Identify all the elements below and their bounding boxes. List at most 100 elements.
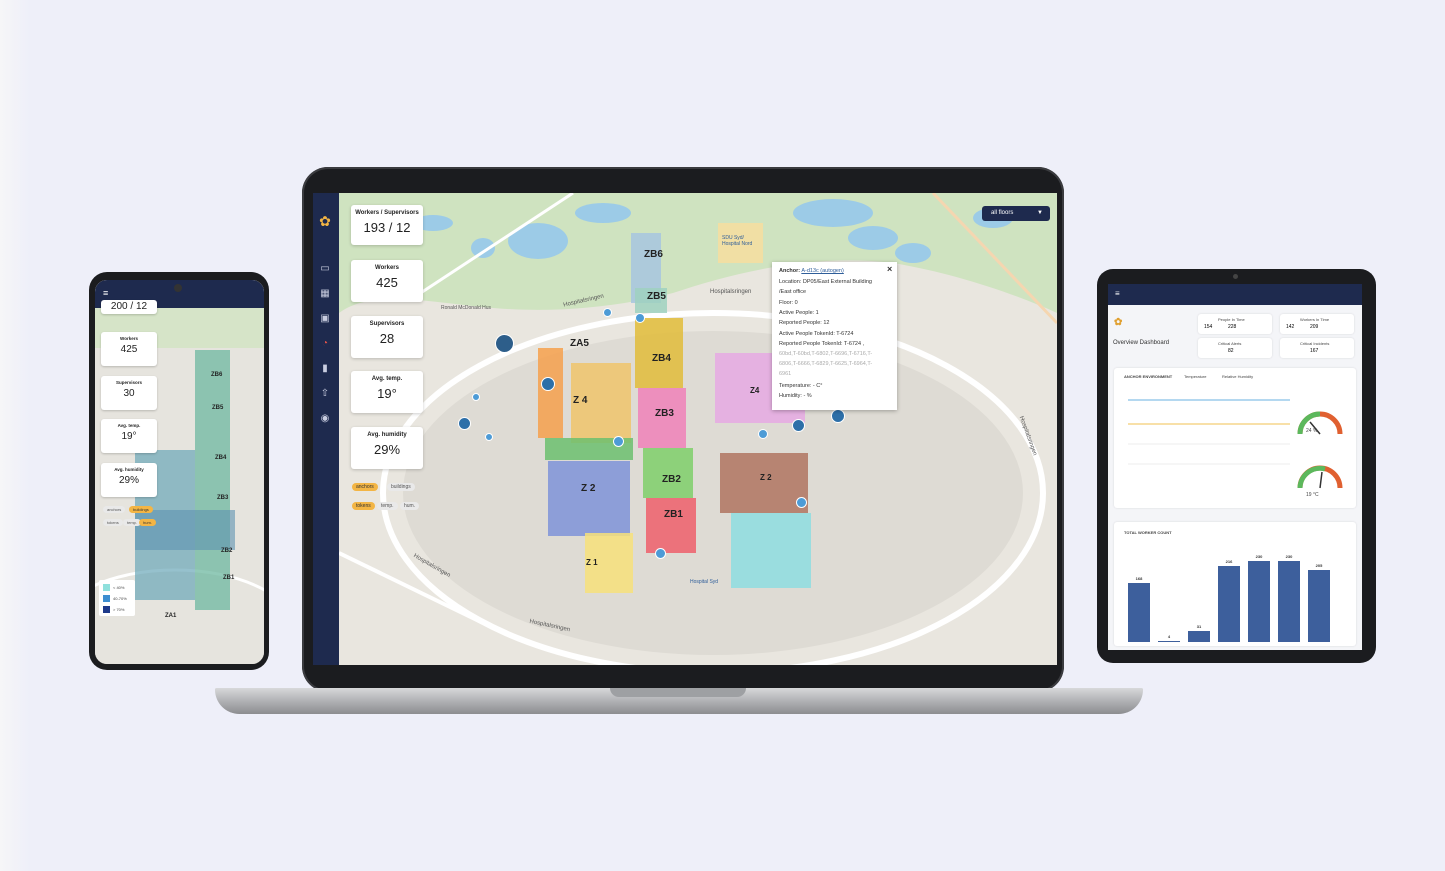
tooltip-temperature: Temperature: - C° (779, 383, 823, 389)
kpi-label: Critical Incidents (1300, 341, 1330, 346)
stat-card-avg-temp: Avg. temp. 19° (351, 371, 423, 413)
zone-label: Z 2 (760, 473, 772, 482)
chip-temp[interactable]: temp. (377, 502, 398, 510)
anchor-dot[interactable] (796, 497, 807, 508)
chevron-down-icon: ▼ (1037, 210, 1043, 216)
legend-label: > 70% (113, 607, 125, 612)
anchor-dot[interactable] (458, 417, 471, 430)
worker-count-bar[interactable] (1308, 569, 1330, 642)
stat-value: 29% (118, 475, 139, 486)
zone-label: ZB6 (644, 249, 663, 260)
close-icon[interactable]: × (887, 264, 892, 274)
zone-label: ZB4 (215, 455, 227, 461)
gauge-humidity-value: 24 % (1306, 428, 1318, 434)
worker-count-bar[interactable] (1188, 631, 1210, 642)
stat-value: 19° (121, 431, 137, 442)
stat-value: 19° (377, 386, 397, 401)
chat-icon[interactable]: ▭ (319, 263, 331, 275)
chip-buildings[interactable]: buildings (387, 483, 415, 491)
stat-label: Workers (375, 265, 399, 271)
laptop-sidebar: ✿ ▭ ▦ ▣ ◔ ▮ ⇧ ◉ (313, 193, 339, 665)
stat-value: 193 / 12 (363, 220, 411, 235)
map-label-road: Hospitalsringen (710, 289, 752, 295)
chip-hum[interactable]: hum. (139, 519, 156, 526)
kpi-value: 142 (1286, 324, 1295, 330)
tab-temperature[interactable]: Temperature (1184, 374, 1206, 379)
building-z2-left[interactable] (548, 461, 630, 536)
chip-tokens[interactable]: tokens (352, 502, 375, 510)
tooltip-location-cont: /East office (779, 289, 807, 295)
chip-tokens[interactable]: tokens (103, 519, 123, 526)
phone-stat-card-workers: Workers 425 (101, 332, 157, 366)
anchor-dot[interactable] (613, 436, 624, 447)
kpi-value: 82 (1228, 348, 1234, 354)
anchor-environment-panel: ANCHOR ENVIRONMENT Temperature Relative … (1114, 368, 1356, 508)
panel-title: ANCHOR ENVIRONMENT (1124, 374, 1173, 379)
kpi-value: 228 (1228, 324, 1237, 330)
zone-label: ZB1 (664, 509, 683, 520)
worker-count-bar-label: 168 (1135, 575, 1143, 581)
tooltip-token-list: 60bd,T-60bd,T-6802,T-6696,T-6716,T- (779, 351, 873, 357)
stat-value: 425 (120, 344, 138, 355)
zone-label: Z 2 (581, 483, 596, 494)
map-icon[interactable]: ▦ (319, 288, 331, 300)
worker-count-bar[interactable] (1278, 561, 1300, 642)
tooltip-floor: Floor: 0 (779, 300, 798, 306)
kpi-value: 209 (1310, 324, 1319, 330)
chip-anchors[interactable]: anchors (352, 483, 378, 491)
floor-select[interactable]: all floors ▼ (982, 206, 1050, 221)
worker-count-bar[interactable] (1248, 561, 1270, 642)
map-label-ronald: Ronald McDonald Hus (441, 305, 492, 311)
tab-relative-humidity[interactable]: Relative Humidity (1222, 374, 1253, 379)
building-zb1[interactable] (646, 498, 696, 553)
building-z2-right[interactable] (720, 453, 808, 513)
phone-stat-card-avg-temp: Avg. temp. 19° (101, 419, 157, 453)
chip-anchors[interactable]: anchors (103, 506, 126, 513)
anchor-dot[interactable] (635, 313, 645, 323)
tooltip-location: Location: DP05/East External Building (779, 279, 872, 285)
gauge-temperature-value: 19 °C (1306, 492, 1319, 498)
anchor-dot[interactable] (485, 433, 493, 441)
floor-select-value: all floors (991, 210, 1014, 216)
clock-icon[interactable]: ◔ (319, 338, 331, 350)
building-z1-right[interactable] (731, 513, 811, 588)
tooltip-anchor-link[interactable]: A-d13c (autogen) (801, 268, 844, 274)
zone-label: ZB1 (223, 575, 235, 581)
upload-icon[interactable]: ⇧ (319, 388, 331, 400)
kpi-critical-alerts: Critical Alerts 82 (1198, 338, 1272, 358)
anchor-dot[interactable] (792, 419, 805, 432)
worker-count-bar[interactable] (1218, 565, 1240, 642)
anchor-dot[interactable] (603, 308, 612, 317)
menu-icon[interactable]: ≡ (103, 288, 108, 298)
stat-value: 30 (123, 388, 135, 399)
building-zb2[interactable] (643, 448, 693, 498)
alert-icon[interactable]: ▣ (319, 313, 331, 325)
menu-icon[interactable]: ≡ (1115, 289, 1120, 298)
legend-swatch (103, 606, 110, 613)
anchor-dot[interactable] (758, 429, 768, 439)
building-za5[interactable] (538, 348, 563, 438)
stat-value: 29% (373, 442, 401, 457)
worker-count-bar[interactable] (1158, 640, 1180, 642)
anchor-dot[interactable] (472, 393, 480, 401)
stat-card-supervisors: Supervisors 28 (351, 316, 423, 358)
stat-label: Avg. temp. (117, 423, 141, 428)
location-icon[interactable]: ◉ (319, 413, 331, 425)
kpi-workers-in-time: Workers In Time 142 209 (1280, 314, 1354, 334)
chip-hum[interactable]: hum. (400, 502, 420, 510)
worker-count-bar[interactable] (1128, 582, 1150, 642)
phone-stat-card-supervisors: Supervisors 30 (101, 376, 157, 410)
worker-count-bar-label: 205 (1315, 562, 1323, 568)
chip-buildings[interactable]: buildings (129, 506, 153, 513)
chart-icon[interactable]: ▮ (319, 363, 331, 375)
kpi-people-in-time: People In Time 154 228 (1198, 314, 1272, 334)
anchor-dot[interactable] (655, 548, 666, 559)
anchor-dot[interactable] (831, 409, 845, 423)
anchor-tooltip: Anchor: A-d13c (autogen) × Location: DP0… (772, 262, 897, 410)
laptop-notch (610, 688, 746, 697)
anchor-dot[interactable] (495, 334, 514, 353)
kpi-label: People In Time (1218, 317, 1245, 322)
app-logo: ✿ (1114, 317, 1123, 328)
anchor-dot[interactable] (541, 377, 555, 391)
stat-label: Workers / Supervisors (355, 210, 419, 216)
